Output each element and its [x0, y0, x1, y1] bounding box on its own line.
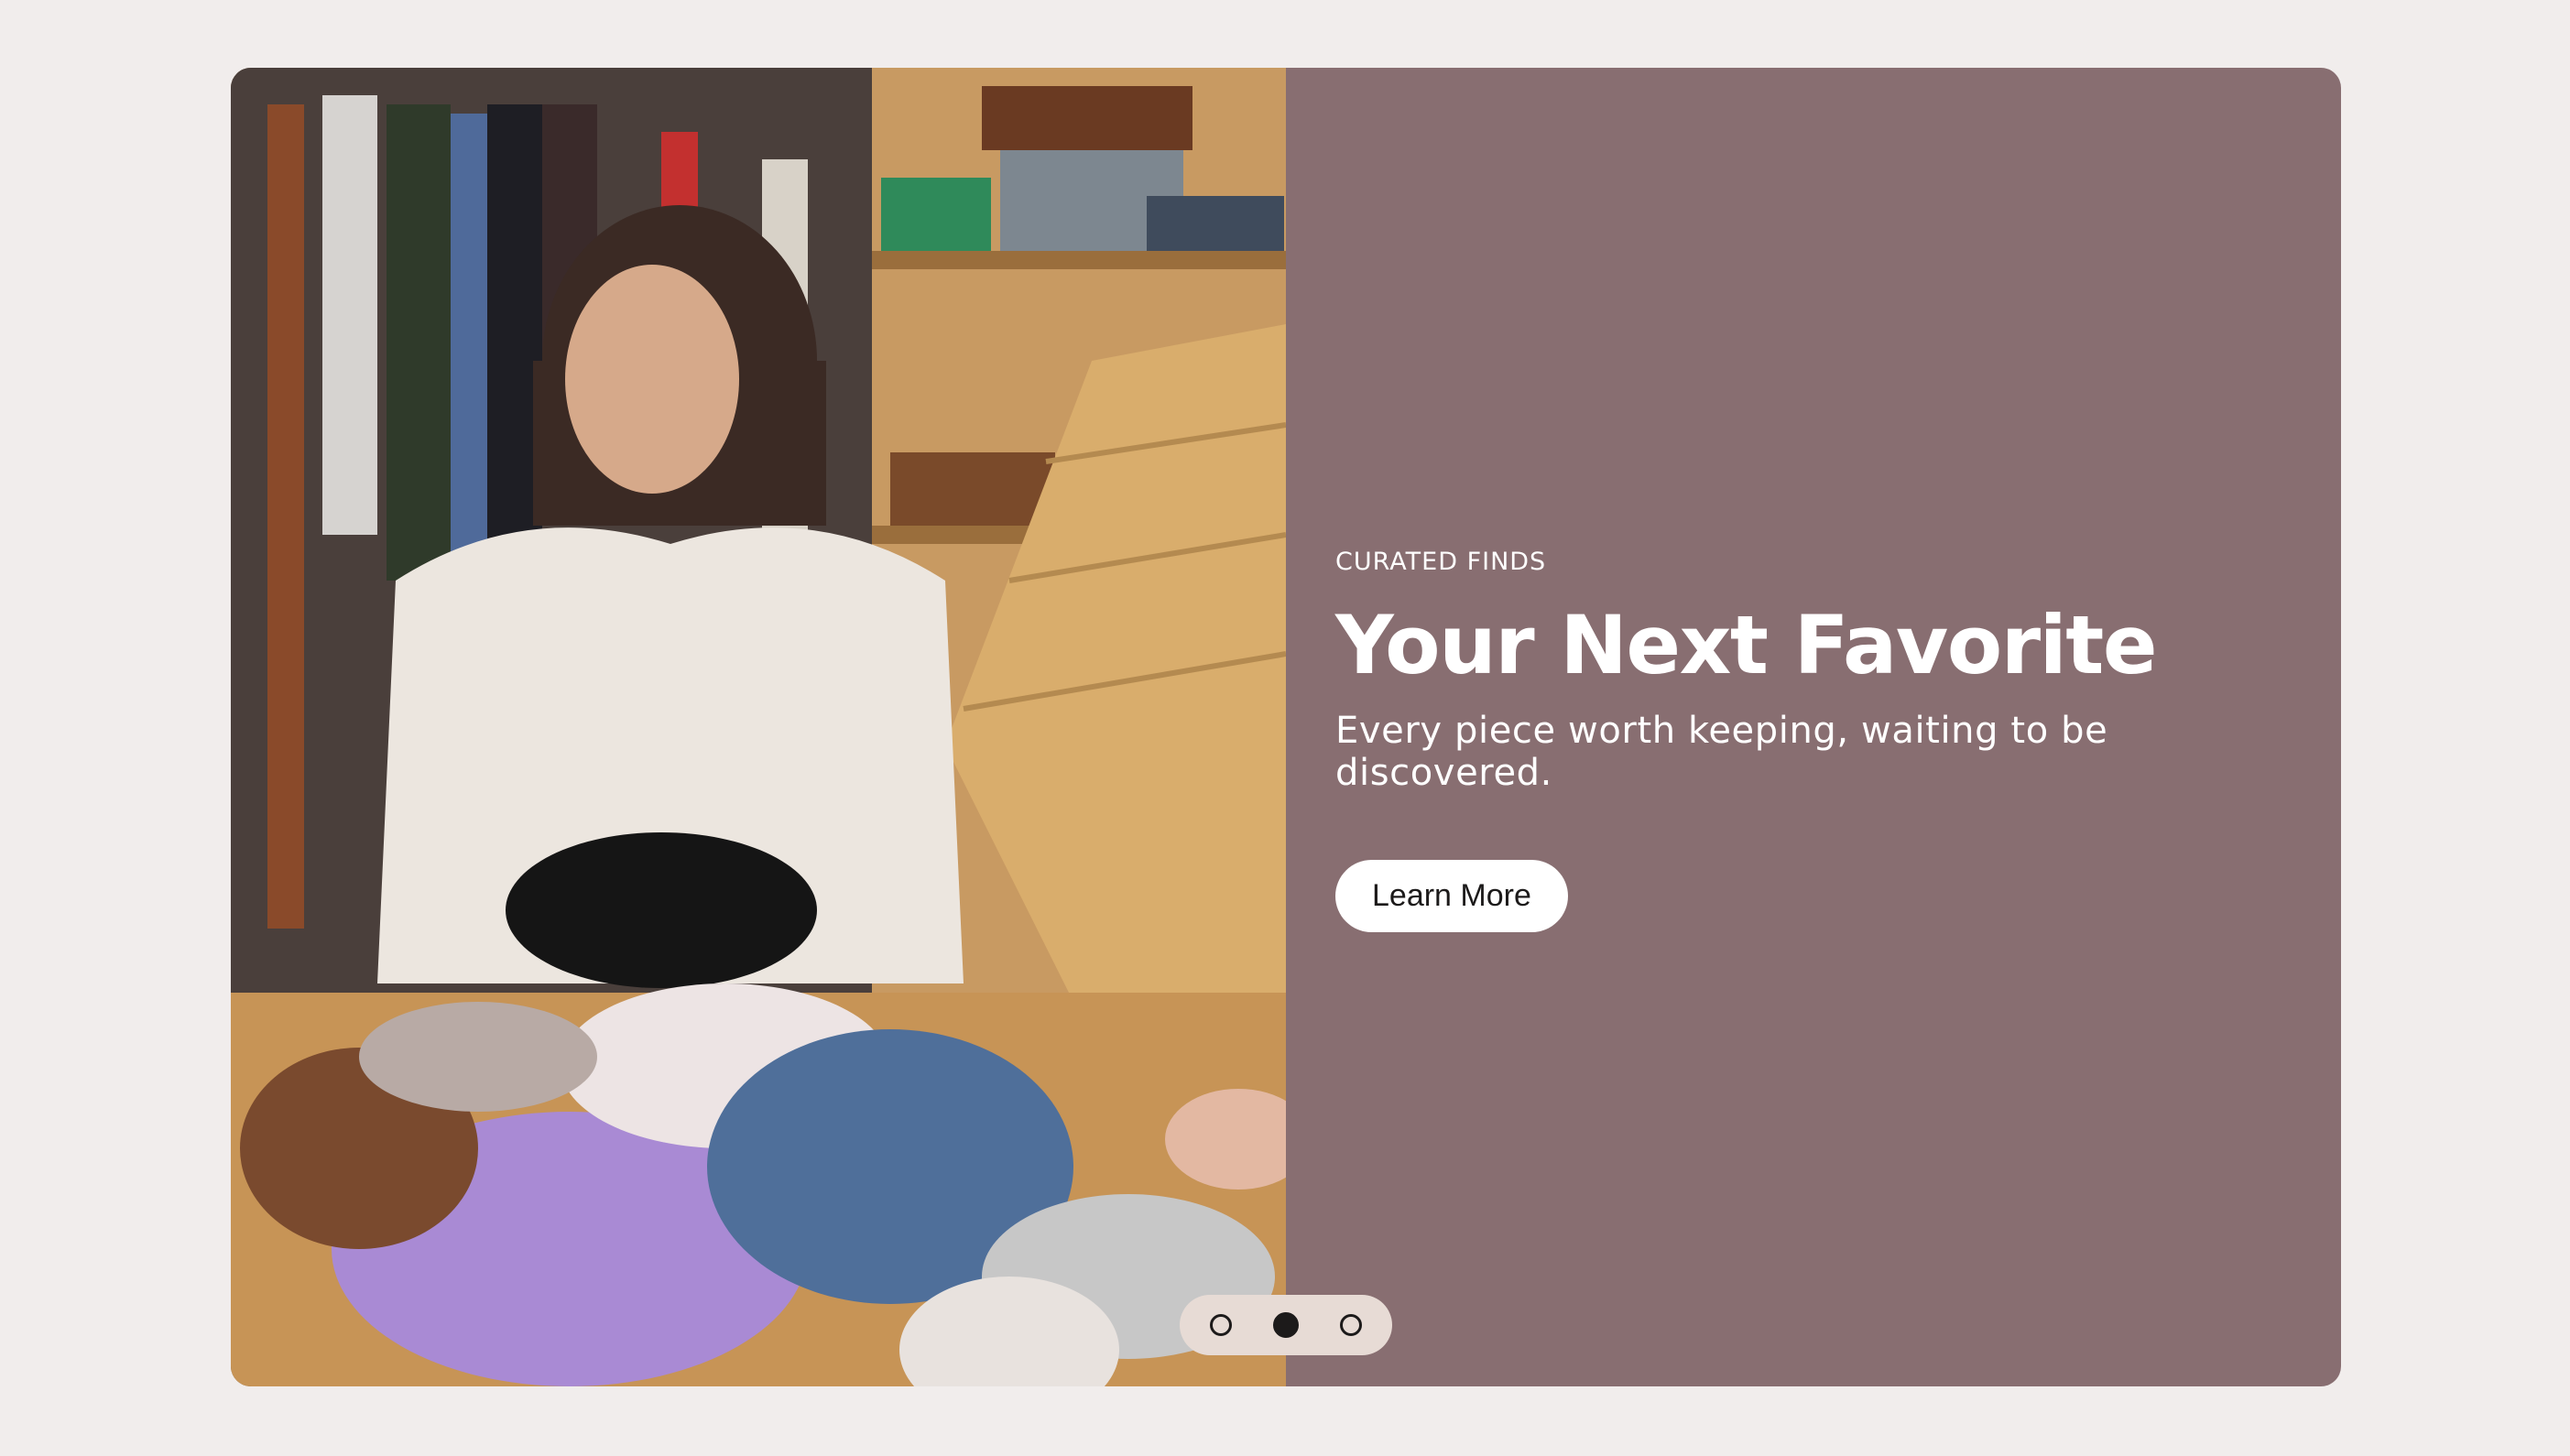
hero-headline: Your Next Favorite [1335, 598, 2158, 692]
carousel-dot-1[interactable] [1209, 1314, 1232, 1336]
carousel-dot-2-active[interactable] [1272, 1312, 1299, 1338]
eyebrow-label: CURATED FINDS [1335, 548, 1547, 576]
hero-image [231, 68, 1286, 1386]
thrift-store-photo [231, 68, 1286, 1386]
hero-content: CURATED FINDS Your Next Favorite Every p… [1335, 548, 2306, 933]
hero-carousel: CURATED FINDS Your Next Favorite Every p… [231, 68, 2341, 1386]
hero-text-panel: CURATED FINDS Your Next Favorite Every p… [1286, 68, 2341, 1386]
learn-more-button[interactable]: Learn More [1335, 860, 1568, 933]
carousel-dot-3[interactable] [1340, 1314, 1363, 1336]
hero-subtitle: Every piece worth keeping, waiting to be… [1335, 710, 2108, 795]
carousel-pagination [1180, 1295, 1392, 1355]
